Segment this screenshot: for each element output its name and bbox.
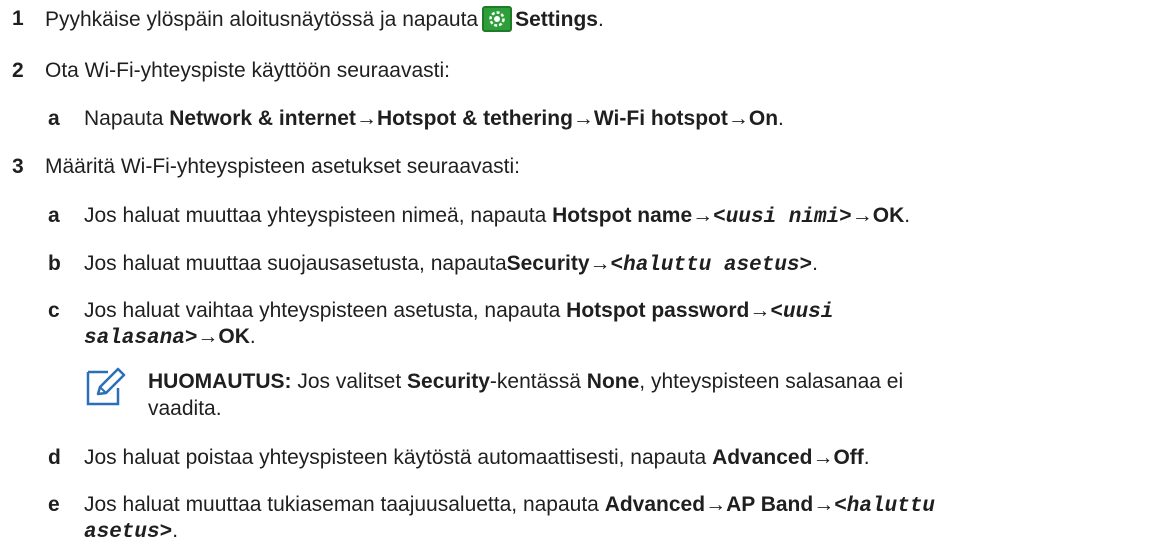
- sub-pre: Napauta: [84, 107, 170, 130]
- sub-letter: d: [48, 446, 61, 469]
- value-new-password-part1: <uusi: [770, 301, 834, 324]
- step-number: 3: [12, 155, 24, 178]
- pencil-note-icon: [86, 367, 126, 406]
- arrow: →: [813, 493, 835, 516]
- step-text: Pyyhkäise ylöspäin aloitusnäytössä ja na…: [45, 6, 604, 33]
- sub-pre: Jos haluat muuttaa suojausasetusta, napa…: [84, 252, 507, 275]
- path-security: Security: [506, 252, 590, 275]
- period: .: [597, 8, 604, 31]
- period: .: [863, 446, 870, 469]
- sub-letter: a: [48, 204, 60, 227]
- path-hotspot-password: Hotspot password: [566, 299, 750, 322]
- value-new-name: <uusi nimi>: [713, 206, 852, 229]
- sub-pre: Jos haluat vaihtaa yhteyspisteen asetust…: [84, 299, 567, 322]
- period: .: [249, 325, 256, 348]
- sub-letter: e: [48, 493, 60, 516]
- sub-letter: b: [48, 252, 61, 275]
- sub-letter: c: [48, 299, 60, 322]
- sub-text-cont: asetus>.: [84, 518, 178, 546]
- path-off: Off: [833, 446, 864, 469]
- sub-text: Jos haluat muuttaa yhteyspisteen nimeä, …: [84, 203, 910, 231]
- sub-text: Jos haluat poistaa yhteyspisteen käytöst…: [84, 445, 870, 471]
- arrow: →: [355, 107, 377, 130]
- arrow: →: [692, 204, 714, 227]
- path-advanced: Advanced: [712, 446, 813, 469]
- path-ap-band: AP Band: [726, 493, 814, 516]
- path-ok: OK: [218, 325, 250, 348]
- arrow: →: [589, 252, 611, 275]
- period: .: [812, 252, 818, 275]
- path-network: Network & internet: [169, 107, 356, 130]
- path-hotspot-name: Hotspot name: [552, 204, 693, 227]
- path-ok: OK: [872, 204, 905, 227]
- path-on: On: [748, 107, 779, 130]
- arrow: →: [727, 107, 749, 130]
- arrow: →: [851, 204, 873, 227]
- period: .: [904, 204, 911, 227]
- sub-text: Jos haluat muuttaa tukiaseman taajuusalu…: [84, 492, 935, 520]
- period: .: [778, 107, 784, 130]
- note-text: , yhteyspisteen salasanaa ei: [639, 370, 904, 393]
- note-security: Security: [407, 370, 490, 393]
- sub-pre: Jos haluat muuttaa yhteyspisteen nimeä, …: [84, 204, 553, 227]
- sub-text: Jos haluat vaihtaa yhteyspisteen asetust…: [84, 298, 833, 326]
- sub-text-cont: salasana>→OK.: [84, 324, 256, 352]
- note-text: Jos valitset: [291, 370, 408, 393]
- value-desired-setting-part1: <haluttu: [834, 495, 936, 518]
- note-line-1: HUOMAUTUS: Jos valitset Security-kentäss…: [148, 369, 903, 395]
- sub-text: Jos haluat muuttaa suojausasetusta, napa…: [84, 251, 818, 279]
- sub-pre: Jos haluat poistaa yhteyspisteen käytöst…: [84, 446, 713, 469]
- value-desired-setting-part2: asetus>: [84, 521, 173, 544]
- step-text: Ota Wi-Fi-yhteyspiste käyttöön seuraavas…: [45, 59, 450, 82]
- note-text: vaadita.: [148, 397, 222, 420]
- arrow: →: [705, 493, 727, 516]
- sub-text: Napauta Network & internet→Hotspot & tet…: [84, 106, 784, 132]
- note-none: None: [586, 370, 640, 393]
- path-advanced: Advanced: [604, 493, 706, 516]
- path-wifi-hotspot: Wi-Fi hotspot: [593, 107, 728, 130]
- settings-label: Settings: [515, 8, 598, 31]
- period: .: [172, 519, 179, 542]
- step-1-text: Pyyhkäise ylöspäin aloitusnäytössä ja na…: [45, 8, 479, 31]
- step-number: 1: [12, 7, 24, 30]
- sub-letter: a: [48, 107, 60, 130]
- step-number: 2: [12, 59, 24, 82]
- sub-pre: Jos haluat muuttaa tukiaseman taajuusalu…: [84, 493, 605, 516]
- arrow: →: [749, 299, 771, 322]
- step-text: Määritä Wi-Fi-yhteyspisteen asetukset se…: [45, 155, 521, 178]
- arrow: →: [812, 446, 834, 469]
- path-hotspot-tethering: Hotspot & tethering: [376, 107, 573, 130]
- value-desired-setting: <haluttu asetus>: [610, 254, 813, 277]
- note-line-2: vaadita.: [148, 396, 222, 422]
- settings-gear-icon: [482, 6, 513, 32]
- arrow: →: [572, 107, 594, 130]
- value-new-password-part2: salasana>: [84, 327, 198, 350]
- note-text: -kentässä: [489, 370, 587, 393]
- arrow: →: [197, 325, 219, 348]
- note-label: HUOMAUTUS:: [148, 370, 292, 393]
